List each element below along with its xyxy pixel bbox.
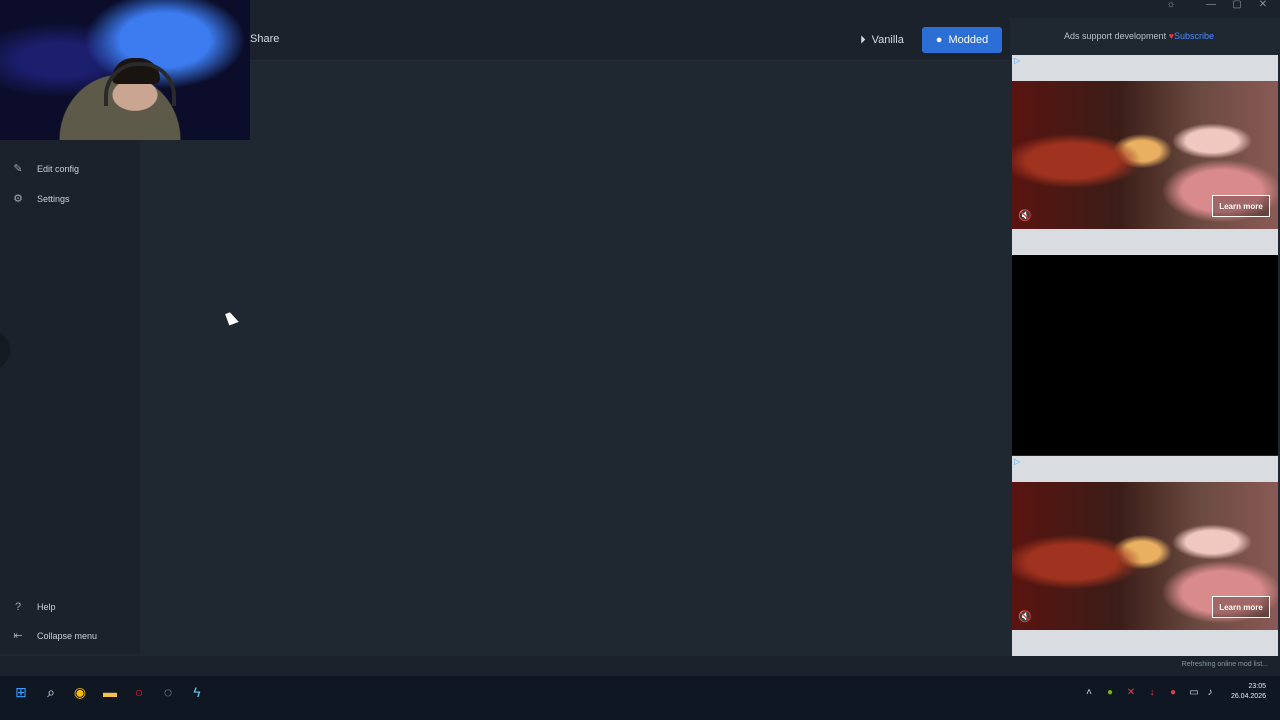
ad-slot-middle [1012, 255, 1278, 455]
search-icon[interactable]: ⌕ [41, 682, 61, 702]
modded-button[interactable]: ● Modded [922, 27, 1002, 53]
ad-slot-bottom[interactable]: ▷ 🔇 Learn more [1012, 456, 1278, 656]
minimize-button[interactable]: — [1198, 0, 1224, 14]
status-text: Refreshing online mod list... [1181, 661, 1268, 668]
mod-manager-app-icon[interactable]: ϟ [187, 682, 207, 702]
vanilla-label: Vanilla [871, 34, 904, 46]
chrome-icon[interactable]: ◉ [70, 682, 90, 702]
webcam-overlay [0, 0, 250, 140]
sidebar-item-settings[interactable]: ⚙ Settings [0, 188, 140, 210]
subscribe-link[interactable]: Subscribe [1174, 31, 1214, 41]
ad-slot-top[interactable]: ▷ 🔇 Learn more [1012, 55, 1278, 255]
mute-icon[interactable]: 🔇 [1018, 610, 1032, 623]
maximize-button[interactable]: ▢ [1224, 0, 1250, 14]
mute-icon[interactable]: 🔇 [1018, 209, 1032, 222]
taskbar-clock[interactable]: 23:05 26.04.2026 [1226, 682, 1266, 702]
status-bar: Refreshing online mod list... [0, 656, 1280, 676]
opera-icon[interactable]: ○ [129, 682, 149, 702]
sidebar: ✎ Edit config ⚙ Settings ? Help ⇤ Collap… [0, 140, 140, 654]
ads-support-banner: Ads support development ♥Subscribe [1064, 31, 1214, 41]
ad-video[interactable]: 🔇 Learn more [1012, 81, 1278, 229]
ads-support-text: Ads support development [1064, 31, 1167, 41]
collapse-icon: ⇤ [13, 630, 23, 642]
file-explorer-icon[interactable]: ▬ [100, 682, 120, 702]
sidebar-item-label: Edit config [37, 164, 80, 174]
network-icon[interactable]: ▭ [1187, 686, 1201, 700]
tray-app-icon[interactable]: ✕ [1124, 686, 1138, 700]
chevron-up-icon[interactable]: ˄ [1082, 686, 1096, 700]
adchoices-icon[interactable]: ▷ [1014, 56, 1020, 65]
play-icon: ⏵ [860, 33, 866, 46]
tray-download-icon[interactable]: ↓ [1145, 686, 1159, 700]
ad-video[interactable]: 🔇 Learn more [1012, 482, 1278, 630]
clock-time: 23:05 [1248, 683, 1266, 690]
sidebar-item-label: Collapse menu [37, 631, 98, 641]
sidebar-item-label: Settings [37, 194, 70, 204]
main-content [140, 61, 1012, 655]
share-button[interactable]: Share [250, 33, 279, 45]
sidebar-item-collapse-menu[interactable]: ⇤ Collapse menu [0, 625, 140, 647]
learn-more-button[interactable]: Learn more [1212, 195, 1270, 217]
edit-icon: ✎ [13, 163, 23, 175]
volume-icon[interactable]: ♪ [1203, 686, 1217, 700]
nvidia-icon[interactable]: ● [1103, 686, 1117, 700]
sidebar-item-label: Help [37, 602, 56, 612]
adchoices-icon[interactable]: ▷ [1014, 457, 1020, 466]
close-button[interactable]: ✕ [1250, 0, 1276, 14]
sidebar-item-help[interactable]: ? Help [0, 596, 140, 618]
theme-icon[interactable]: ☼ [1158, 0, 1184, 14]
vanilla-button[interactable]: ⏵ Vanilla [850, 28, 914, 52]
learn-more-button[interactable]: Learn more [1212, 596, 1270, 618]
help-icon: ? [14, 601, 22, 613]
clock-date: 26.04.2026 [1230, 693, 1266, 700]
modded-label: Modded [948, 34, 989, 46]
record-icon[interactable]: ● [1166, 686, 1180, 700]
play-icon: ● [935, 34, 943, 46]
sidebar-item-edit-config[interactable]: ✎ Edit config [0, 158, 140, 180]
steam-icon[interactable]: ◌ [158, 682, 178, 702]
gear-icon: ⚙ [13, 193, 23, 205]
windows-start-icon[interactable]: ⊞ [11, 682, 31, 702]
